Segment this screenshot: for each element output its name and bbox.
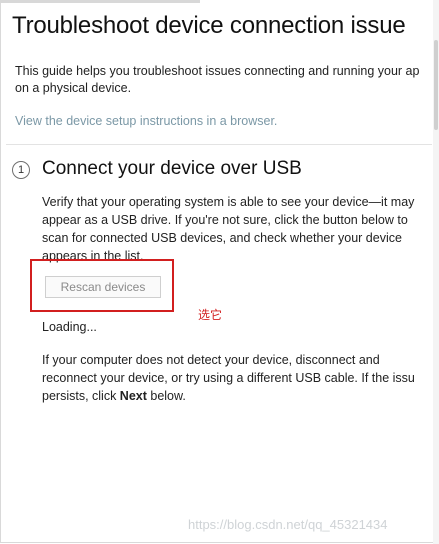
step-description: Verify that your operating system is abl… — [42, 193, 439, 265]
next-emphasis: Next — [119, 389, 147, 403]
watermark: https://blog.csdn.net/qq_45321434 — [188, 517, 388, 532]
footer-line: reconnect your device, or try using a di… — [42, 371, 415, 385]
intro-text: This guide helps you troubleshoot issues… — [15, 63, 439, 97]
step-title: Connect your device over USB — [42, 158, 302, 179]
rescan-devices-button[interactable]: Rescan devices — [45, 276, 161, 298]
annotation-label: 选它 — [198, 308, 223, 322]
page-title: Troubleshoot device connection issue — [12, 12, 406, 39]
step-description-line: appear as a USB drive. If you're not sur… — [42, 213, 408, 227]
setup-instructions-link[interactable]: View the device setup instructions in a … — [15, 114, 277, 128]
footer-text: below. — [146, 389, 186, 403]
troubleshoot-footer-text: If your computer does not detect your de… — [42, 351, 439, 405]
intro-line-1: This guide helps you troubleshoot issues… — [15, 64, 420, 78]
footer-line: If your computer does not detect your de… — [42, 353, 380, 367]
window-top-edge — [0, 0, 200, 3]
loading-status: Loading... — [42, 320, 97, 334]
step-description-line: scan for connected USB devices, and chec… — [42, 231, 402, 245]
intro-line-2: on a physical device. — [15, 81, 132, 95]
step-description-line: Verify that your operating system is abl… — [42, 195, 415, 209]
step-number-badge: 1 — [12, 161, 30, 179]
footer-line-3: persists, click Next below. — [42, 387, 439, 405]
footer-text: persists, click — [42, 389, 120, 403]
section-divider — [6, 144, 432, 145]
